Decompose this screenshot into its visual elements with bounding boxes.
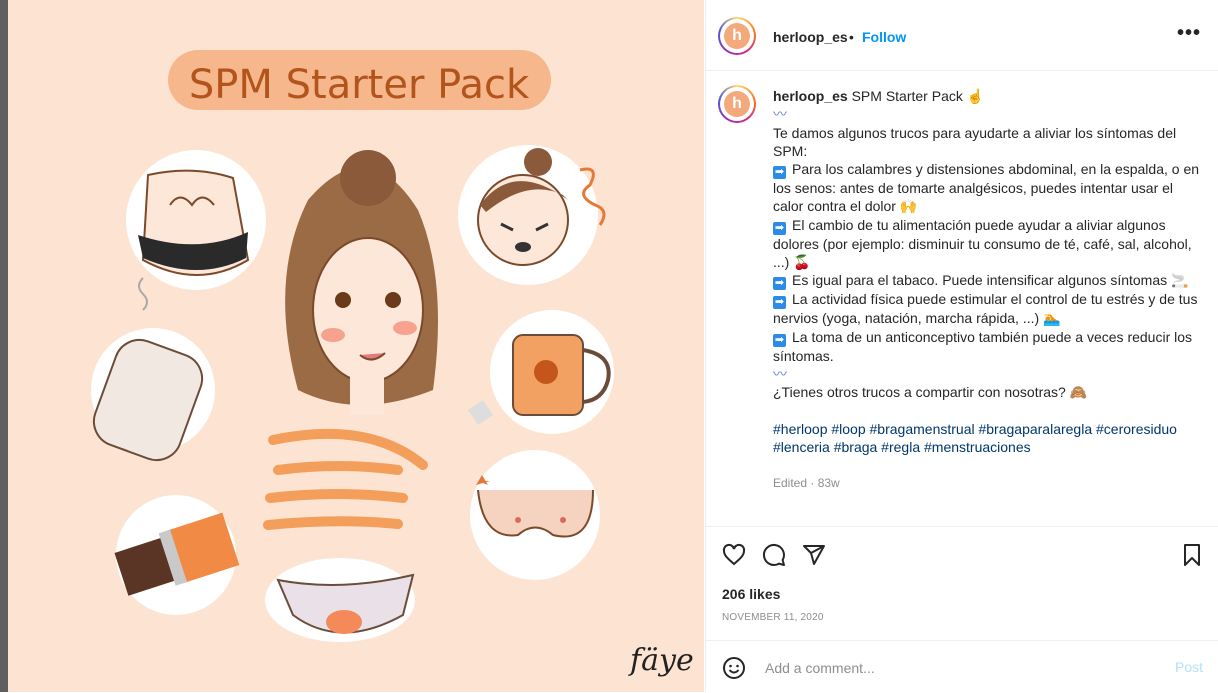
tip-item: ➡ Es igual para el tabaco. Puede intensif… [773, 272, 1189, 291]
post-comment-button[interactable]: Post [1175, 659, 1203, 675]
caption-username[interactable]: herloop_es [773, 88, 848, 104]
separator-dot: • [849, 29, 854, 45]
post-side-panel: h herloop_es • Follow ••• h herloop_es S… [705, 0, 1218, 692]
post-illustration: SPM Starter Pack fäye [91, 50, 694, 678]
caption-intro: Te damos algunos trucos para ayudarte a … [773, 124, 1177, 159]
comment-input[interactable] [763, 656, 1147, 680]
caption-title: SPM Starter Pack [851, 88, 963, 104]
artist-signature: fäye [628, 643, 694, 678]
swimmer-icon: 🏊 [1043, 310, 1061, 327]
see-no-evil-monkey-icon: 🙈 [1069, 384, 1088, 401]
heart-icon[interactable] [722, 543, 746, 567]
follow-button[interactable]: Follow [862, 29, 906, 45]
tip-item: ➡ Para los calambres y distensiones abdom… [773, 161, 1200, 215]
right-arrow-icon: ➡ [773, 333, 786, 347]
brand-logo-icon: h [724, 23, 750, 49]
hashtags[interactable]: #herloop #loop #bragamenstrual #bragapar… [773, 420, 1203, 457]
cigarette-icon: 🚬 [1171, 272, 1189, 289]
action-bar [706, 527, 1218, 587]
post-image[interactable]: SPM Starter Pack fäye [8, 0, 704, 692]
avatar[interactable]: h [718, 17, 756, 55]
cherries-icon: 🍒 [793, 254, 811, 271]
share-icon[interactable] [802, 543, 826, 567]
tip-item: ➡ La actividad física puede estimular el … [773, 291, 1198, 327]
pointing-hand-icon: ☝ [966, 88, 985, 104]
comment-bar: Post [706, 640, 1218, 693]
more-options-icon[interactable]: ••• [1177, 22, 1201, 45]
caption-section: h herloop_es SPM Starter Pack ☝ 〰 Te dam… [706, 71, 1218, 527]
likes-count[interactable]: 206 likes [722, 586, 780, 602]
squiggle-divider: 〰 [773, 365, 787, 382]
right-arrow-icon: ➡ [773, 277, 786, 291]
window-edge [0, 0, 8, 692]
brand-logo-icon: h [724, 91, 750, 117]
image-title: SPM Starter Pack [189, 62, 530, 108]
emoji-icon[interactable] [722, 656, 746, 680]
post-date: NOVEMBER 11, 2020 [722, 612, 824, 623]
tip-item: ➡ El cambio de tu alimentación puede ayud… [773, 216, 1192, 271]
caption-question: ¿Tienes otros trucos a compartir con nos… [773, 384, 1066, 401]
post-header: h herloop_es • Follow ••• [706, 0, 1218, 71]
caption-text: herloop_es SPM Starter Pack ☝ 〰 Te damos… [773, 87, 1203, 492]
comment-icon[interactable] [762, 543, 786, 567]
tip-item: ➡ La toma de un anticonceptivo también pu… [773, 328, 1193, 364]
squiggle-divider: 〰 [773, 106, 787, 123]
edited-timestamp: Edited · 83w [773, 476, 840, 491]
right-arrow-icon: ➡ [773, 166, 786, 180]
header-username[interactable]: herloop_es [773, 29, 848, 45]
raised-hands-icon: 🙌 [899, 198, 918, 215]
right-arrow-icon: ➡ [773, 221, 786, 235]
caption-avatar[interactable]: h [718, 85, 756, 123]
bookmark-icon[interactable] [1180, 543, 1204, 567]
right-arrow-icon: ➡ [773, 296, 786, 310]
